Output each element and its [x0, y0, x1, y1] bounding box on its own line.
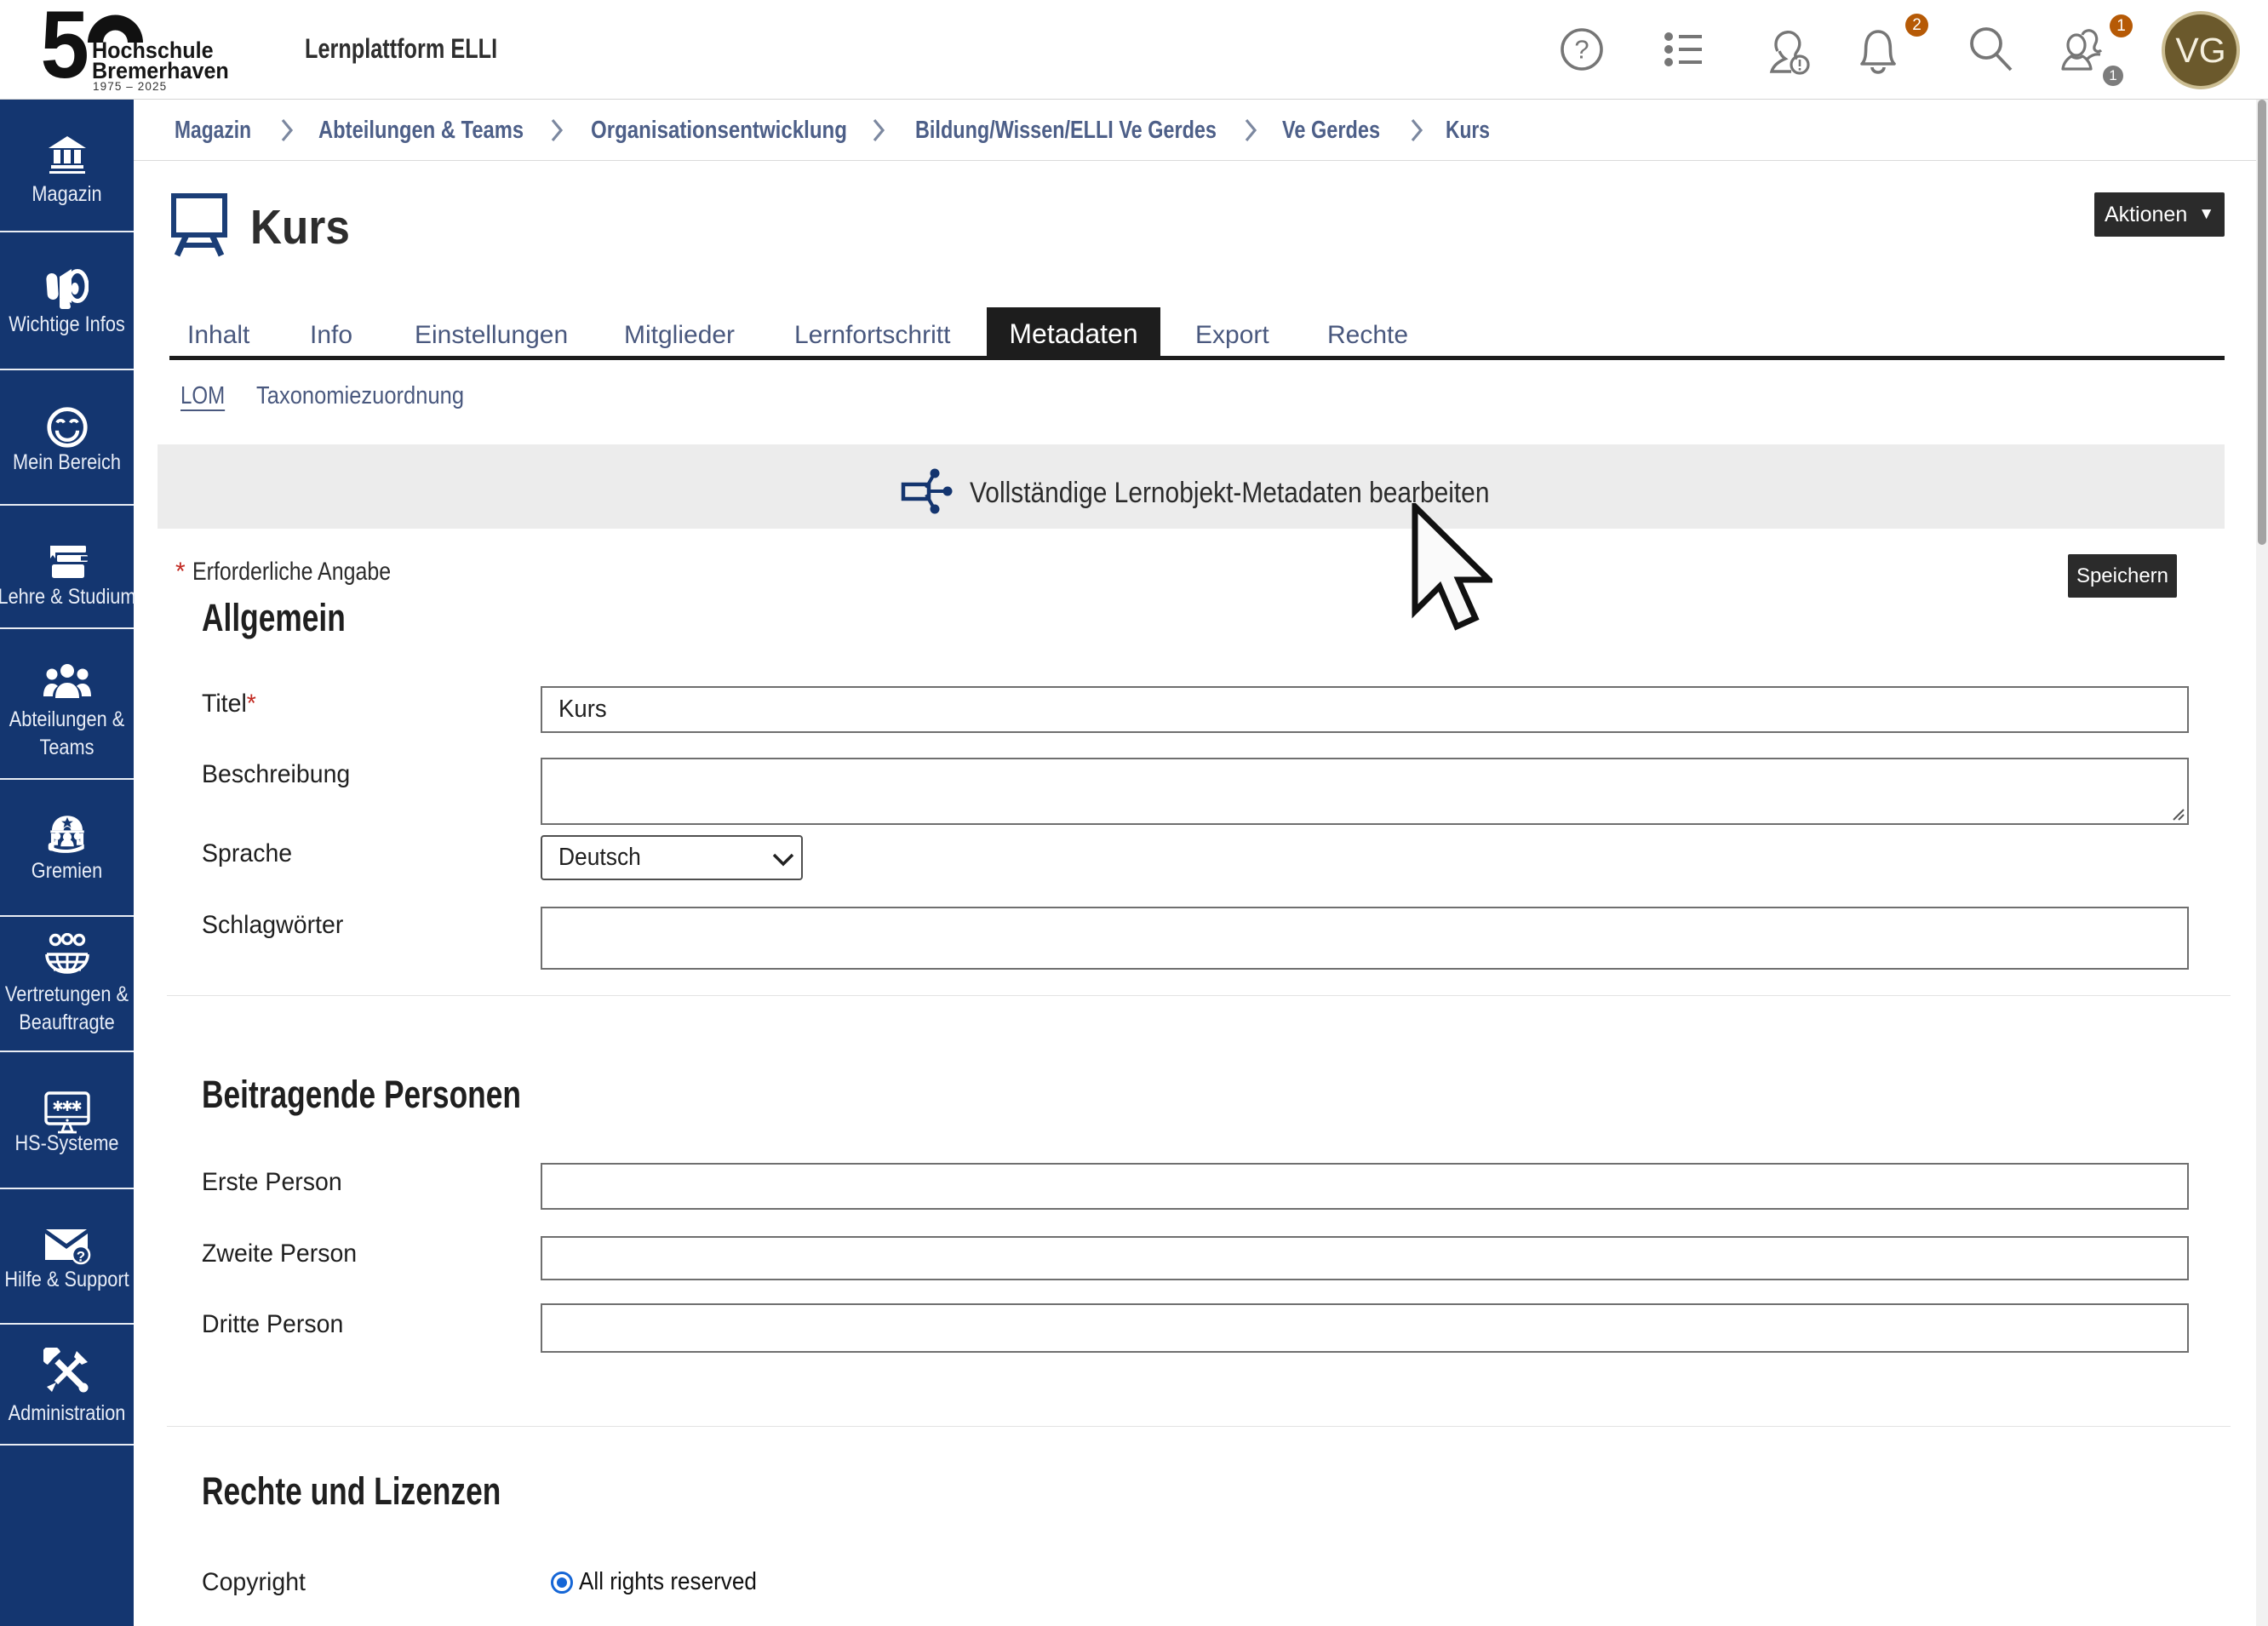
svg-text:1975 – 2025: 1975 – 2025	[93, 80, 167, 93]
svg-text:?: ?	[76, 1249, 84, 1265]
svg-text:5: 5	[41, 5, 89, 97]
svg-text:?: ?	[1574, 35, 1589, 65]
